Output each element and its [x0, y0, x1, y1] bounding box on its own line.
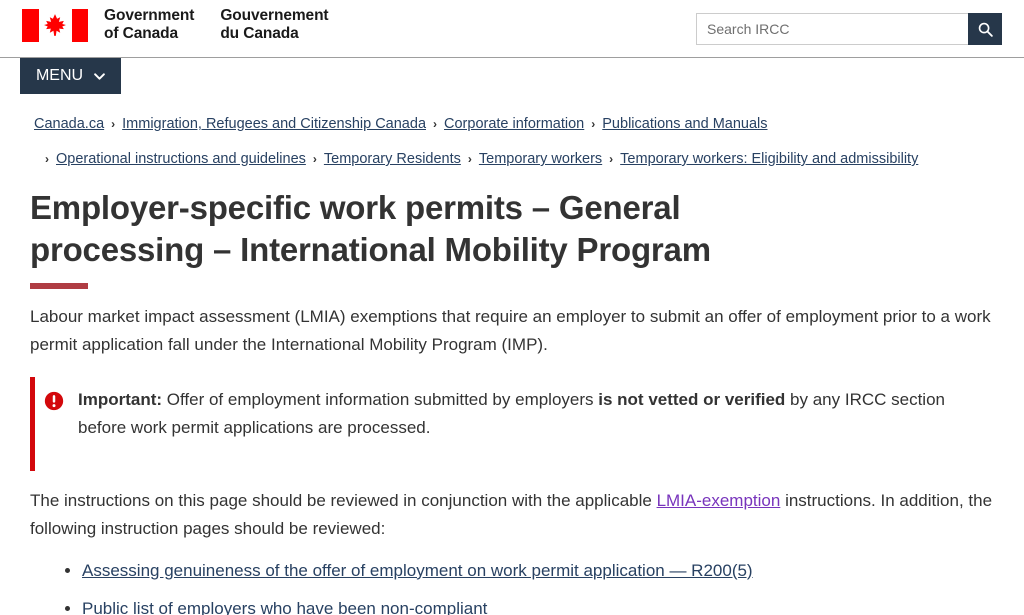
breadcrumb-link-corporate-information[interactable]: Corporate information	[444, 114, 584, 135]
breadcrumb-row-2: › Operational instructions and guideline…	[34, 149, 1024, 170]
intro-paragraph: Labour market impact assessment (LMIA) e…	[30, 306, 991, 354]
breadcrumb-link-publications-and-manuals[interactable]: Publications and Manuals	[602, 114, 767, 135]
menu-bar: MENU	[0, 58, 1024, 94]
breadcrumb-separator-icon: ›	[111, 117, 116, 131]
goc-wordmark: Government of Canada Gouvernement du Can…	[104, 7, 329, 44]
wordmark-fr-line1: Gouvernement	[220, 7, 329, 24]
list-item: Assessing genuineness of the offer of em…	[82, 557, 994, 585]
lmia-exemption-link[interactable]: LMIA-exemption	[657, 491, 781, 510]
search-icon	[978, 22, 993, 37]
breadcrumb-row-1: Canada.ca › Immigration, Refugees and Ci…	[34, 114, 1024, 135]
flag-band-left	[22, 8, 39, 42]
chevron-down-icon	[94, 72, 105, 80]
wordmark-en-line1: Government	[104, 7, 195, 24]
important-callout-text: Important: Offer of employment informati…	[78, 386, 994, 443]
wordmark-en-line2: of Canada	[104, 25, 179, 43]
link-public-list-non-compliant-employers[interactable]: Public list of employers who have been n…	[82, 599, 487, 615]
flag-band-right	[71, 8, 88, 42]
list-item: Public list of employers who have been n…	[82, 595, 994, 615]
page-title: Employer-specific work permits – General…	[30, 189, 711, 269]
breadcrumb-separator-icon: ›	[609, 152, 614, 167]
goc-brand[interactable]: Government of Canada Gouvernement du Can…	[22, 7, 329, 44]
main-content: Employer-specific work permits – General…	[0, 187, 1024, 615]
menu-button-label: MENU	[35, 67, 84, 84]
exclamation-circle-icon	[44, 391, 64, 410]
breadcrumb-link-temporary-workers[interactable]: Temporary workers	[479, 149, 602, 170]
link-assessing-genuineness[interactable]: Assessing genuineness of the offer of em…	[82, 561, 753, 580]
breadcrumb-link-operational-instructions[interactable]: Operational instructions and guidelines	[56, 149, 306, 170]
breadcrumb-separator-icon: ›	[45, 152, 49, 167]
review-paragraph: The instructions on this page should be …	[30, 487, 994, 543]
site-search	[696, 13, 1002, 45]
breadcrumb-separator-icon: ›	[433, 117, 438, 131]
wordmark-fr-line2: du Canada	[220, 25, 299, 43]
instruction-pages-list: Assessing genuineness of the offer of em…	[30, 557, 994, 615]
breadcrumb-separator-icon: ›	[312, 152, 317, 167]
global-header: Government of Canada Gouvernement du Can…	[0, 0, 1024, 57]
important-callout: Important: Offer of employment informati…	[30, 376, 994, 471]
callout-text-before-bold: Offer of employment information submitte…	[162, 389, 599, 409]
maple-leaf-icon	[44, 14, 66, 37]
menu-button[interactable]: MENU	[20, 58, 121, 94]
canada-flag-icon	[22, 8, 88, 42]
breadcrumb-link-ircc[interactable]: Immigration, Refugees and Citizenship Ca…	[122, 114, 426, 135]
callout-bold-phrase: is not vetted or verified	[598, 389, 786, 409]
search-input[interactable]	[696, 13, 968, 45]
title-accent-rule	[30, 282, 88, 289]
breadcrumb-link-canada-ca[interactable]: Canada.ca	[34, 114, 104, 135]
search-button[interactable]	[968, 13, 1002, 45]
review-text-before-link: The instructions on this page should be …	[30, 490, 657, 510]
breadcrumb: Canada.ca › Immigration, Refugees and Ci…	[0, 94, 1024, 170]
breadcrumb-separator-icon: ›	[591, 117, 596, 131]
breadcrumb-separator-icon: ›	[467, 152, 472, 167]
important-callout-label: Important:	[78, 389, 163, 409]
breadcrumb-link-temporary-residents[interactable]: Temporary Residents	[324, 149, 461, 170]
breadcrumb-link-eligibility-and-admissibility[interactable]: Temporary workers: Eligibility and admis…	[620, 149, 918, 170]
